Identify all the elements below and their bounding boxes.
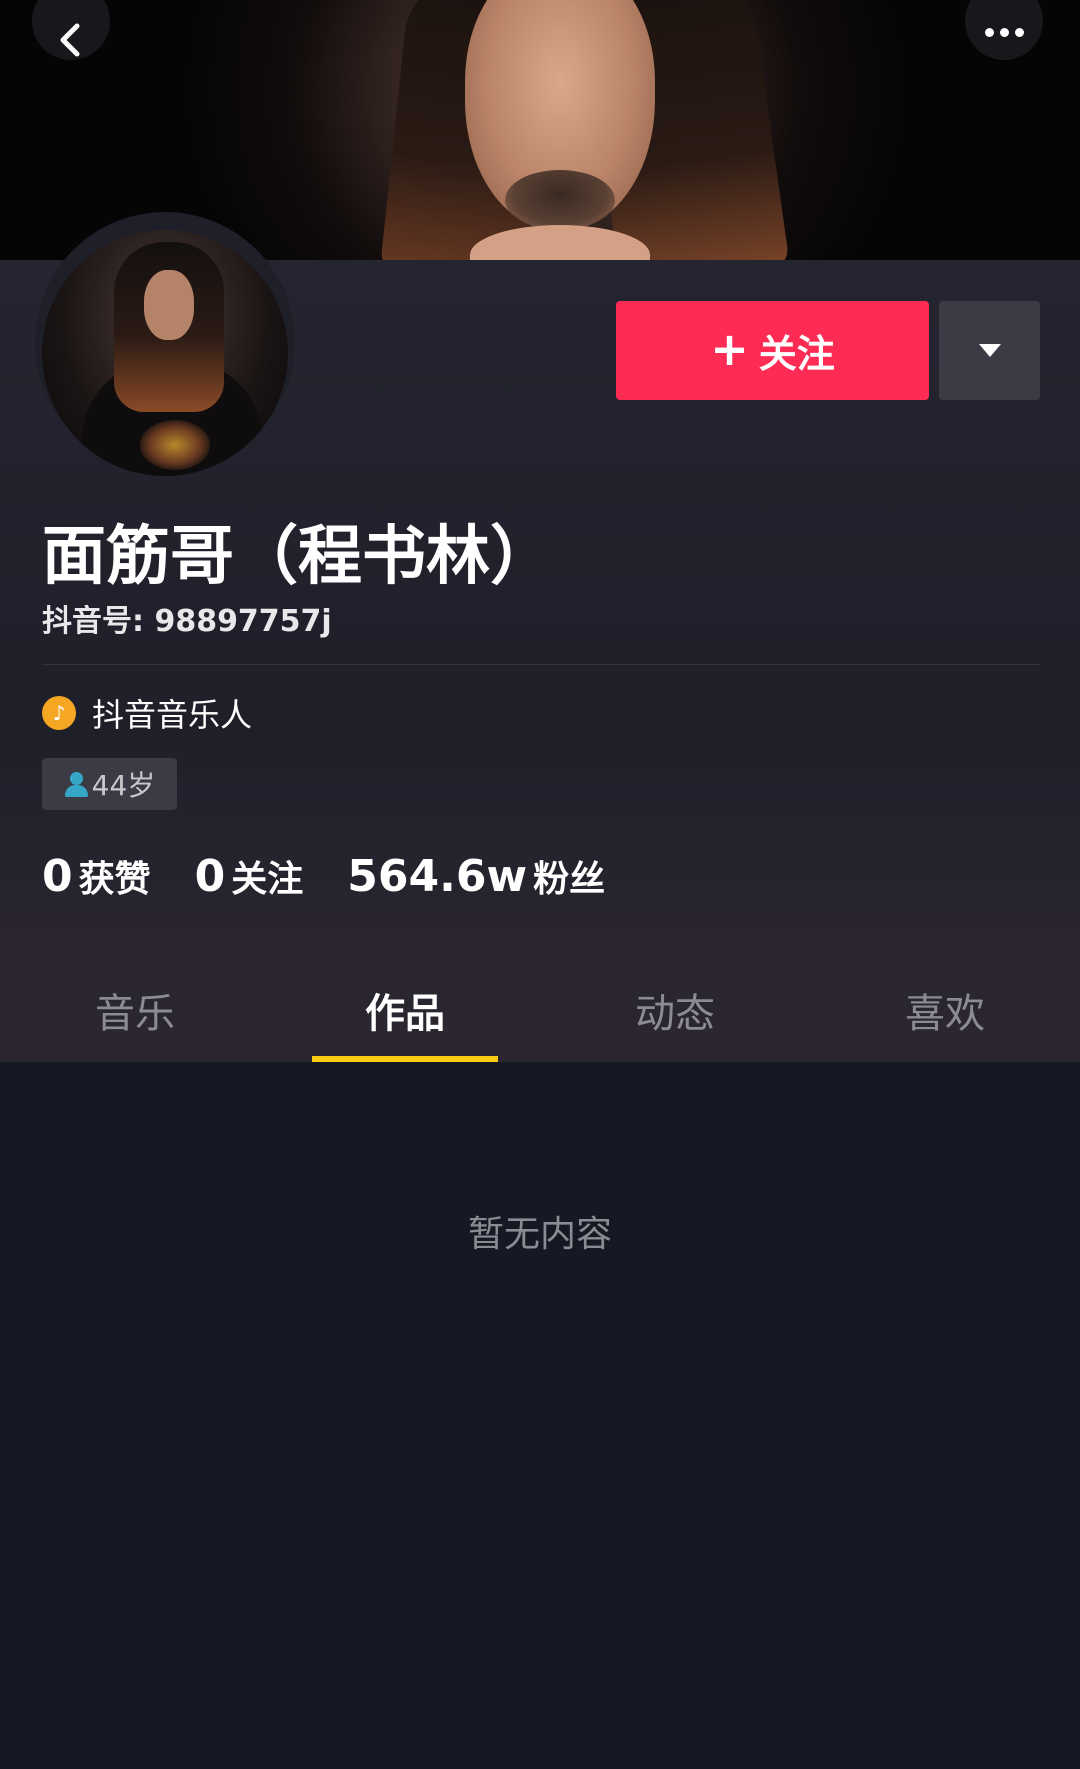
empty-state-text: 暂无内容 [467, 1214, 612, 1255]
stat-followers[interactable]: 564.6w 粉丝 [347, 850, 605, 902]
age-label: 44岁 [91, 769, 156, 802]
cover-beard [505, 170, 615, 230]
person-icon [64, 770, 88, 798]
stat-value: 0 [194, 851, 226, 902]
stats-row: 0 获赞 0 关注 564.6w 粉丝 [42, 850, 649, 902]
stat-label: 粉丝 [533, 859, 606, 900]
stat-value: 0 [42, 851, 73, 902]
age-tag: 44岁 [42, 758, 177, 810]
tab-activity[interactable]: 动态 [540, 960, 810, 1060]
stat-value: 564.6w [347, 851, 528, 902]
douyin-id: 抖音号: 98897757j [42, 604, 332, 639]
chevron-left-icon [60, 23, 80, 57]
stat-likes[interactable]: 0 获赞 [42, 850, 151, 902]
profile-name: 面筋哥（程书林） [42, 520, 554, 594]
active-tab-indicator [312, 1056, 498, 1062]
stat-label: 获赞 [78, 859, 151, 900]
avatar[interactable] [42, 230, 288, 476]
follow-button-label: 关注 [758, 332, 835, 376]
tab-music[interactable]: 音乐 [0, 960, 270, 1060]
plus-icon: + [710, 321, 749, 376]
musician-badge[interactable]: ♪ 抖音音乐人 [42, 690, 252, 736]
music-note-icon: ♪ [42, 696, 76, 730]
tab-likes[interactable]: 喜欢 [810, 960, 1080, 1060]
recommend-dropdown-button[interactable] [939, 301, 1040, 400]
badge-label: 抖音音乐人 [92, 696, 253, 734]
follow-button[interactable]: + 关注 [616, 301, 929, 400]
tab-works[interactable]: 作品 [270, 960, 540, 1060]
caret-down-icon [978, 344, 1001, 357]
more-dots-icon [984, 27, 1024, 37]
stat-label: 关注 [231, 859, 304, 900]
profile-tabs: 音乐 作品 动态 喜欢 [0, 960, 1080, 1060]
divider [42, 664, 1040, 665]
stat-following[interactable]: 0 关注 [195, 850, 304, 902]
